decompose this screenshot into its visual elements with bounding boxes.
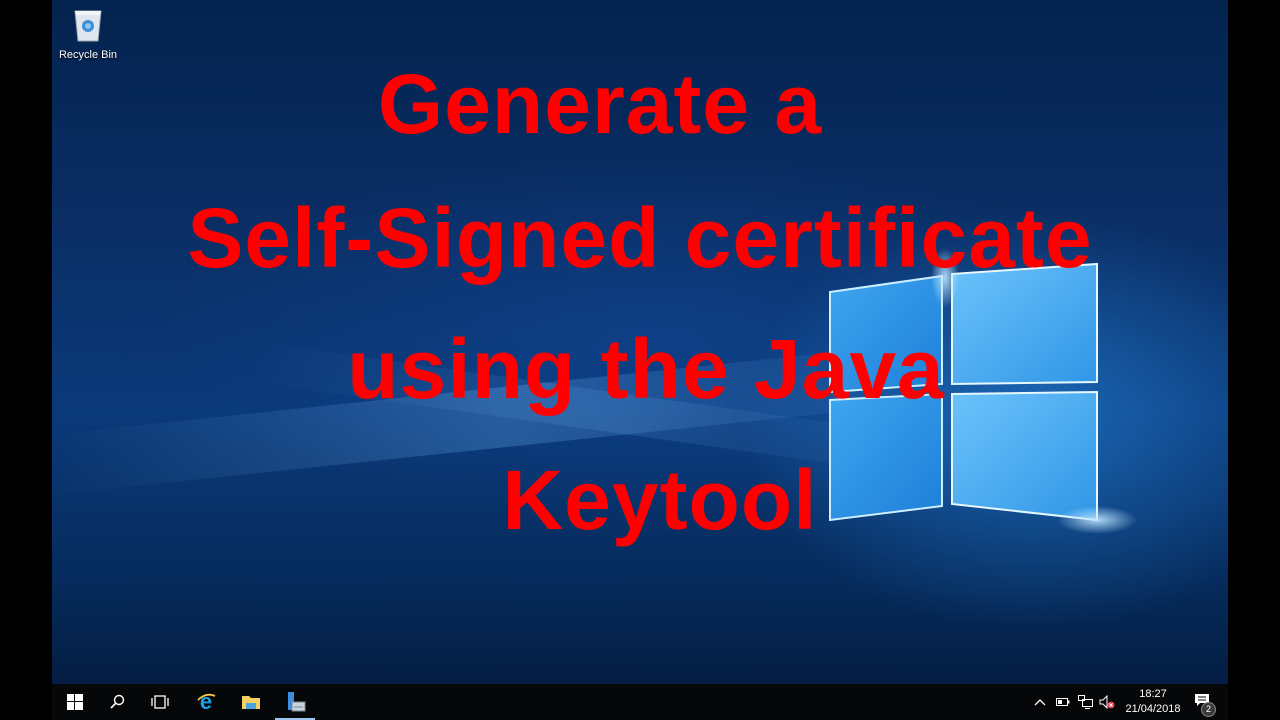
overlay-title-line-2: Self-Signed certificate [187, 191, 1093, 285]
action-center: 2 [1194, 693, 1216, 717]
overlay-title-line-3: using the Java [347, 322, 945, 416]
server-manager-button[interactable] [272, 684, 318, 720]
overlay-title-line-4: Keytool [502, 453, 818, 547]
folder-icon [242, 696, 260, 709]
task-view-button[interactable] [137, 684, 183, 720]
recycle-bin-shortcut[interactable]: Recycle Bin [56, 4, 120, 61]
volume-muted-icon [1099, 695, 1115, 709]
clock-date: 21/04/2018 [1125, 703, 1181, 715]
recycle-bin-icon [74, 10, 102, 42]
taskbar: e 18:27 21/04/2018 2 [52, 684, 1228, 720]
battery-icon [1056, 698, 1070, 706]
action-center-button[interactable]: 2 [1190, 684, 1216, 720]
network-button[interactable] [1076, 684, 1096, 720]
clock-time: 18:27 [1139, 688, 1167, 700]
notifications-count-badge: 2 [1201, 701, 1216, 717]
volume-button[interactable] [1098, 684, 1116, 720]
search-icon [110, 694, 125, 709]
overlay-title-line-1: Generate a [377, 57, 823, 151]
network-icon [1078, 695, 1093, 709]
task-view-icon [151, 695, 169, 709]
clock[interactable]: 18:27 21/04/2018 [1118, 687, 1188, 717]
file-explorer-button[interactable] [228, 684, 274, 720]
battery-button[interactable] [1054, 684, 1072, 720]
internet-explorer-icon: e [197, 691, 216, 713]
windows-start-icon [67, 694, 83, 710]
search-button[interactable] [94, 684, 140, 720]
show-hidden-icons-button[interactable] [1032, 684, 1048, 720]
recycle-bin-label: Recycle Bin [58, 49, 118, 61]
internet-explorer-button[interactable]: e [183, 684, 229, 720]
chevron-up-icon [1034, 699, 1046, 706]
server-manager-icon [288, 692, 306, 712]
start-button[interactable] [52, 684, 98, 720]
